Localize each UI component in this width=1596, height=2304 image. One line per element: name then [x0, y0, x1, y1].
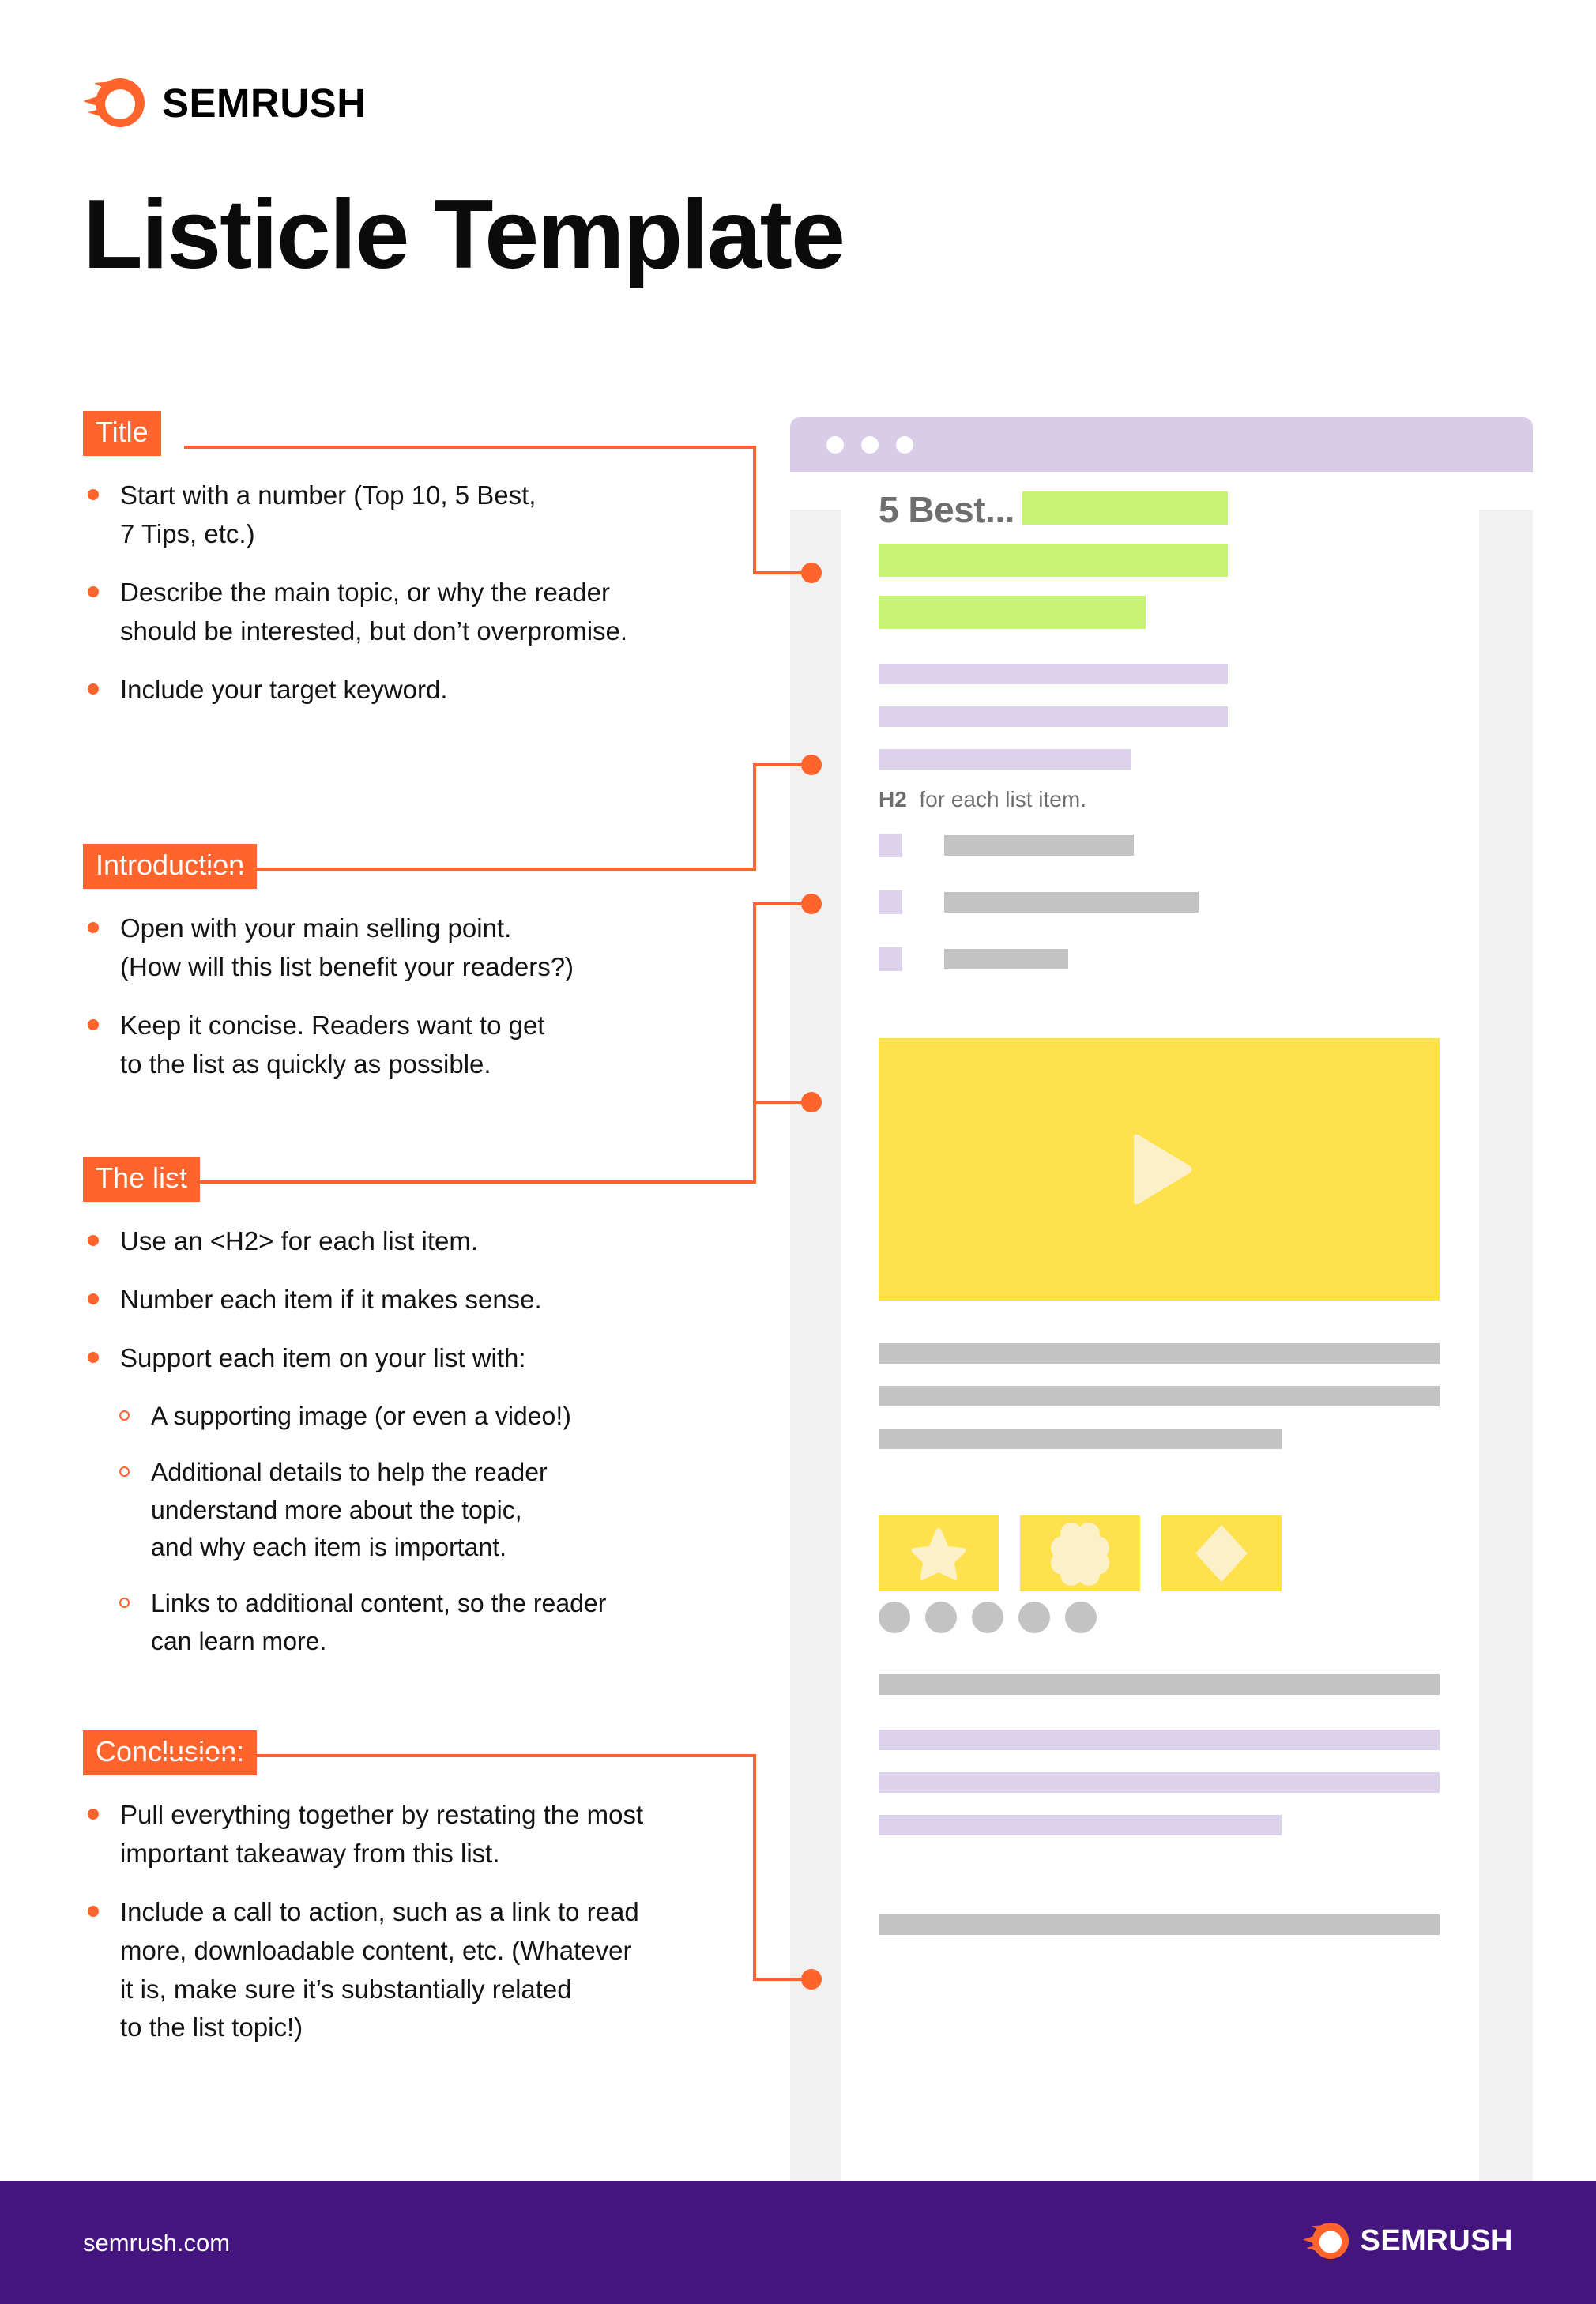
placeholder-bar-gray: [944, 835, 1134, 856]
window-controls[interactable]: [826, 436, 913, 454]
list-item: Support each item on your list with:: [83, 1339, 606, 1378]
placeholder-bar-gray: [879, 1429, 1282, 1449]
placeholder-bar-lavender: [879, 706, 1228, 727]
list-item: Start with a number (Top 10, 5 Best, 7 T…: [83, 476, 627, 554]
bullet-list-title: Start with a number (Top 10, 5 Best, 7 T…: [83, 476, 627, 709]
window-dot-minimize[interactable]: [861, 436, 879, 454]
avatar: [879, 1602, 910, 1633]
flower-icon: [1051, 1523, 1109, 1586]
browser-title-bar: [790, 417, 1533, 472]
sub-list-item: Additional details to help the reader un…: [116, 1454, 606, 1566]
list-bullet-square: [879, 890, 902, 914]
placeholder-bar-lavender: [879, 1772, 1440, 1793]
window-dot-maximize[interactable]: [896, 436, 913, 454]
image-tile-diamond[interactable]: [1161, 1515, 1282, 1591]
list-item: Describe the main topic, or why the read…: [83, 574, 627, 651]
section-the-list: The list Use an <H2> for each list item.…: [83, 1157, 606, 1679]
video-placeholder[interactable]: [879, 1038, 1440, 1301]
placeholder-bar-lavender: [879, 1730, 1440, 1750]
section-introduction: Introduction Open with your main selling…: [83, 844, 574, 1104]
avatar: [972, 1602, 1003, 1633]
avatar: [925, 1602, 957, 1633]
section-conclusion: Conclusion: Pull everything together by …: [83, 1730, 643, 2067]
list-bullet-square: [879, 834, 902, 857]
placeholder-bar-gray: [879, 1386, 1440, 1406]
sub-bullet-list-the-list: A supporting image (or even a video!) Ad…: [116, 1398, 606, 1660]
avatar: [1065, 1602, 1097, 1633]
window-dot-close[interactable]: [826, 436, 844, 454]
play-triangle-icon: [1134, 1134, 1192, 1205]
placeholder-bar-gray: [879, 1343, 1440, 1364]
sub-list-item: Links to additional content, so the read…: [116, 1585, 606, 1660]
image-tile-flower[interactable]: [1020, 1515, 1140, 1591]
placeholder-bar-green: [879, 596, 1146, 629]
footer-url[interactable]: semrush.com: [83, 2231, 230, 2255]
diamond-icon: [1195, 1525, 1248, 1582]
placeholder-bar-gray: [944, 892, 1199, 913]
image-tile-star[interactable]: [879, 1515, 999, 1591]
browser-mockup: 5 Best... H2 for each list item.: [790, 417, 1533, 2181]
avatar-circle-row: [879, 1602, 1097, 1633]
placeholder-bar-lavender: [879, 664, 1228, 684]
placeholder-bar-lavender: [879, 749, 1131, 770]
list-item: Open with your main selling point. (How …: [83, 909, 574, 987]
left-content-column: Title Start with a number (Top 10, 5 Bes…: [0, 0, 790, 2178]
mockup-h2-tag: H2: [879, 787, 907, 811]
bullet-list-conclusion: Pull everything together by restating th…: [83, 1796, 643, 2047]
section-badge-conclusion: Conclusion:: [83, 1730, 258, 1776]
semrush-comet-icon: [1303, 2222, 1349, 2260]
placeholder-bar-gray: [879, 1914, 1440, 1935]
footer-logo: SEMRUSH: [1303, 2220, 1513, 2261]
list-item: Pull everything together by restating th…: [83, 1796, 643, 1873]
page-footer: semrush.com SEMRUSH: [0, 2181, 1596, 2304]
section-badge-the-list: The list: [83, 1157, 201, 1203]
list-item: Use an <H2> for each list item.: [83, 1222, 606, 1261]
list-item: Include a call to action, such as a link…: [83, 1893, 643, 2047]
avatar: [1018, 1602, 1050, 1633]
mockup-h2-line: H2 for each list item.: [879, 789, 1086, 811]
section-badge-title: Title: [83, 411, 161, 457]
placeholder-bar-gray: [944, 949, 1068, 969]
mockup-heading: 5 Best...: [879, 489, 1014, 530]
list-item: Include your target keyword.: [83, 671, 627, 710]
list-item: Number each item if it makes sense.: [83, 1281, 606, 1320]
section-badge-introduction: Introduction: [83, 844, 258, 890]
list-bullet-square: [879, 947, 902, 971]
footer-brand-wordmark: SEMRUSH: [1360, 2224, 1513, 2257]
bullet-list-introduction: Open with your main selling point. (How …: [83, 909, 574, 1083]
list-item: Keep it concise. Readers want to get to …: [83, 1007, 574, 1084]
mockup-h2-text: for each list item.: [919, 787, 1086, 811]
placeholder-bar-green: [1022, 491, 1228, 525]
placeholder-bar-green: [879, 544, 1228, 577]
star-icon: [911, 1528, 966, 1580]
sub-list-item: A supporting image (or even a video!): [116, 1398, 606, 1435]
placeholder-bar-lavender: [879, 1815, 1282, 1835]
section-title: Title Start with a number (Top 10, 5 Bes…: [83, 411, 627, 728]
placeholder-bar-gray: [879, 1674, 1440, 1695]
bullet-list-the-list: Use an <H2> for each list item. Number e…: [83, 1222, 606, 1377]
browser-page-content: 5 Best... H2 for each list item.: [841, 472, 1479, 2181]
